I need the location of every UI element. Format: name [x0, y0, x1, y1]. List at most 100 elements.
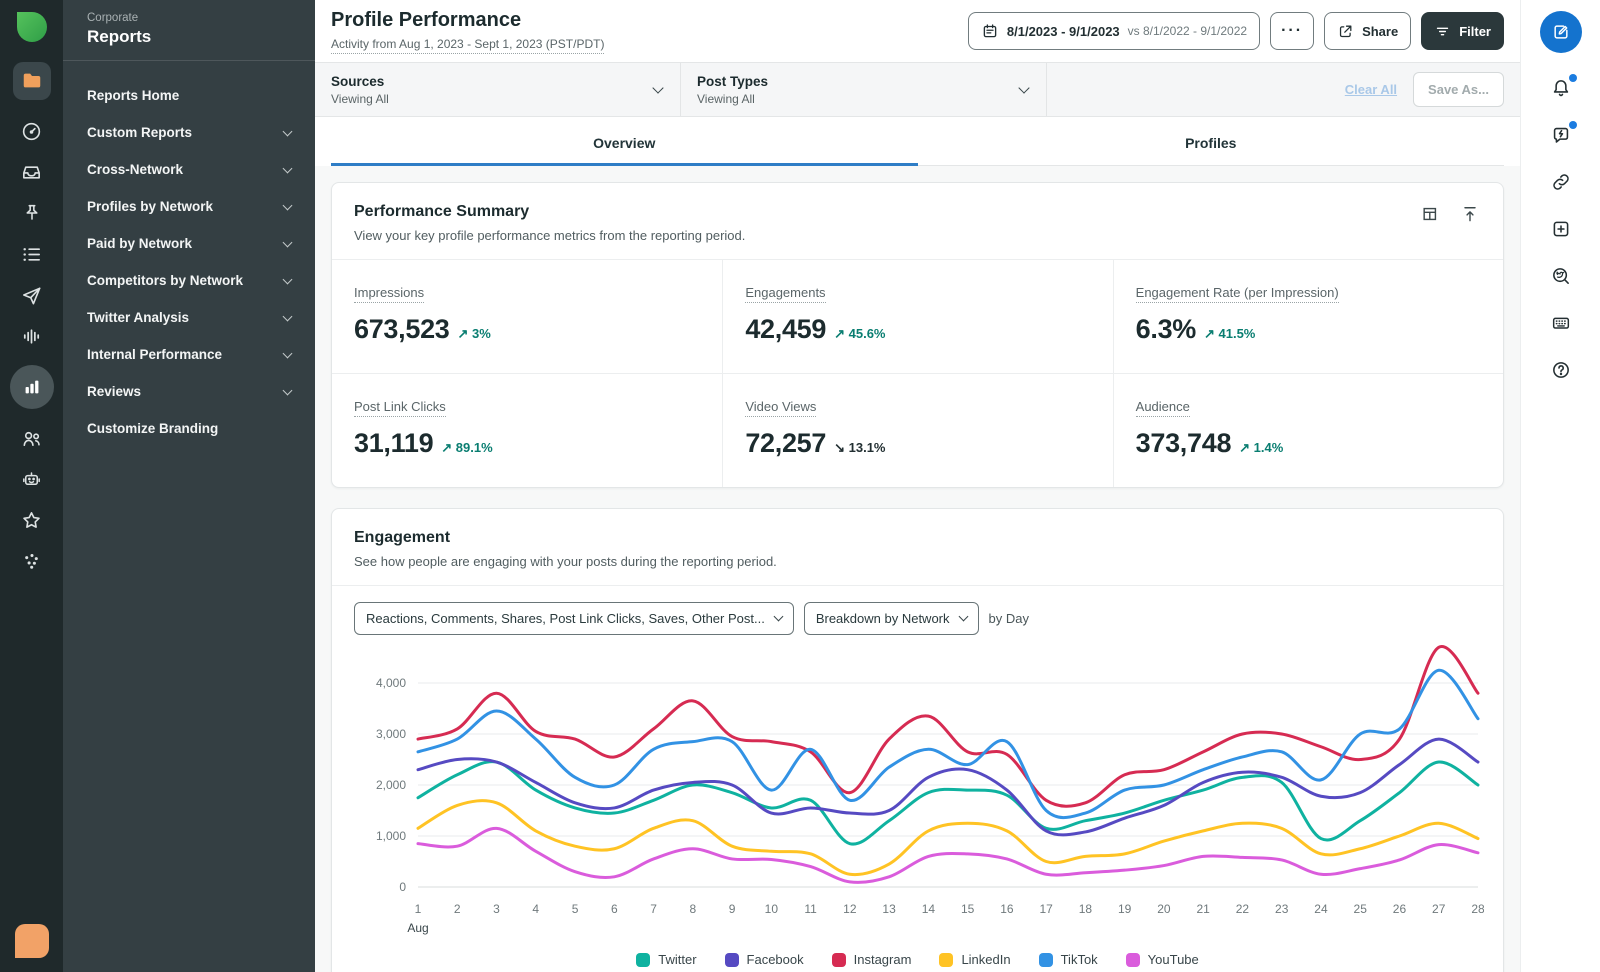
svg-text:19: 19 — [1118, 902, 1132, 916]
metric-label[interactable]: Engagements — [745, 285, 826, 303]
sidebar-nav: Reports Home Custom Reports Cross-Network P… — [63, 61, 315, 463]
tab-profiles[interactable]: Profiles — [918, 117, 1505, 166]
svg-text:2: 2 — [454, 902, 461, 916]
svg-text:11: 11 — [804, 902, 817, 916]
svg-text:28: 28 — [1471, 902, 1484, 916]
inbox-icon[interactable] — [20, 160, 44, 184]
legend-item-tiktok[interactable]: TikTok — [1038, 952, 1098, 967]
bot-icon[interactable] — [20, 467, 44, 491]
svg-text:4,000: 4,000 — [376, 676, 406, 690]
link-icon[interactable] — [1549, 170, 1573, 194]
notification-dot — [1568, 74, 1577, 82]
chevron-down-icon — [773, 611, 784, 622]
right-icon-rail — [1520, 0, 1600, 972]
listening-waveform-icon[interactable] — [20, 324, 44, 348]
apps-dots-icon[interactable] — [20, 549, 44, 573]
svg-text:20: 20 — [1157, 902, 1171, 916]
breakdown-select[interactable]: Breakdown by Network — [803, 602, 979, 635]
sidebar-item-label: Competitors by Network — [87, 273, 244, 288]
add-square-icon[interactable] — [1549, 217, 1573, 241]
legend-label: YouTube — [1147, 952, 1199, 967]
date-range-button[interactable]: 8/1/2023 - 9/1/2023 vs 8/1/2022 - 9/1/20… — [967, 12, 1261, 50]
svg-text:6: 6 — [611, 902, 618, 916]
date-compare-value: vs 8/1/2022 - 9/1/2022 — [1127, 24, 1248, 38]
sources-filter-value: Viewing All — [331, 91, 389, 106]
svg-text:26: 26 — [1393, 902, 1407, 916]
sidebar-item-profiles-by-network[interactable]: Profiles by Network — [87, 188, 293, 225]
folder-icon — [23, 73, 40, 88]
notifications-bell-icon[interactable] — [1549, 74, 1577, 100]
performance-summary-card: Performance Summary View your key profil… — [331, 182, 1504, 488]
twitter-search-icon[interactable] — [1549, 264, 1573, 288]
sidebar-item-cross-network[interactable]: Cross-Network — [87, 151, 293, 188]
sidebar-section-label: Corporate — [87, 12, 139, 24]
report-period-subtitle[interactable]: Activity from Aug 1, 2023 - Sept 1, 2023… — [331, 37, 605, 54]
reports-sidebar: Corporate Reports Reports Home Custom Rep… — [63, 0, 315, 972]
pin-icon[interactable] — [20, 201, 44, 225]
svg-text:1: 1 — [415, 902, 422, 916]
metric-label[interactable]: Audience — [1135, 399, 1190, 417]
sprout-logo-icon[interactable] — [16, 12, 47, 42]
sidebar-item-custom-reports[interactable]: Custom Reports — [87, 114, 293, 151]
date-range-value: 8/1/2023 - 9/1/2023 — [1006, 23, 1120, 39]
sidebar-item-label: Cross-Network — [87, 162, 184, 177]
metric-engagements: Engagements 42,459 ↗ 45.6% — [722, 259, 1113, 373]
legend-item-linkedin[interactable]: LinkedIn — [939, 952, 1011, 967]
reports-bar-chart-icon-active[interactable] — [9, 365, 54, 409]
sidebar-item-competitors-by-network[interactable]: Competitors by Network — [87, 262, 293, 299]
people-icon[interactable] — [20, 426, 44, 450]
sources-filter[interactable]: Sources Viewing All — [315, 63, 681, 116]
metric-value: 42,459 — [745, 314, 827, 344]
keyboard-icon[interactable] — [1549, 311, 1573, 335]
filter-button[interactable]: Filter — [1421, 12, 1504, 50]
tab-overview[interactable]: Overview — [331, 117, 918, 166]
table-view-icon[interactable] — [1419, 203, 1441, 225]
filter-icon — [1437, 27, 1449, 35]
help-icon[interactable] — [1549, 358, 1573, 382]
series-line-facebook[interactable] — [416, 737, 1480, 837]
sidebar-item-internal-performance[interactable]: Internal Performance — [87, 336, 293, 373]
engagement-line-chart[interactable]: 01,0002,0003,0004,0001 2 3 4 5 6 7 8 9 10 11 12 13 14… — [354, 641, 1485, 943]
export-icon[interactable] — [1459, 203, 1481, 225]
metric-label[interactable]: Video Views — [745, 399, 817, 417]
metric-value: 6.3% — [1135, 314, 1197, 344]
feed-list-icon[interactable] — [20, 242, 44, 266]
compose-pencil-icon — [1553, 25, 1568, 39]
post-types-filter[interactable]: Post Types Viewing All — [681, 63, 1047, 116]
metric-value: 31,119 — [354, 428, 434, 458]
messages-lightning-icon[interactable] — [1549, 121, 1577, 147]
gauge-icon[interactable] — [20, 119, 44, 143]
save-as-button[interactable]: Save As... — [1413, 72, 1504, 107]
sidebar-item-twitter-analysis[interactable]: Twitter Analysis — [87, 299, 293, 336]
sidebar-item-reviews[interactable]: Reviews — [87, 373, 293, 410]
svg-text:8: 8 — [689, 902, 696, 916]
chevron-down-icon — [282, 348, 293, 358]
sidebar-item-paid-by-network[interactable]: Paid by Network — [87, 225, 293, 262]
clear-all-link[interactable]: Clear All — [1345, 82, 1397, 97]
legend-swatch-icon — [831, 952, 846, 967]
sidebar-item-reports-home[interactable]: Reports Home — [87, 77, 291, 114]
engagement-metrics-select[interactable]: Reactions, Comments, Shares, Post Link C… — [354, 602, 794, 635]
metric-delta-up-arrow: ↗ 41.5% — [1204, 326, 1256, 341]
legend-item-youtube[interactable]: YouTube — [1125, 952, 1199, 967]
legend-item-facebook[interactable]: Facebook — [724, 952, 804, 967]
compose-button[interactable] — [1539, 11, 1582, 53]
profile-avatar[interactable] — [14, 924, 49, 958]
metric-label[interactable]: Post Link Clicks — [354, 399, 446, 417]
sidebar-item-label: Profiles by Network — [87, 199, 214, 214]
more-options-button[interactable]: ··· — [1270, 12, 1315, 50]
legend-item-instagram[interactable]: Instagram — [831, 952, 911, 967]
sidebar-item-customize-branding[interactable]: Customize Branding — [87, 410, 291, 447]
metric-label[interactable]: Engagement Rate (per Impression) — [1135, 285, 1339, 303]
sidebar-item-reports-active[interactable] — [12, 62, 51, 100]
metric-label[interactable]: Impressions — [354, 285, 425, 303]
engagement-card: Engagement See how people are engaging w… — [331, 508, 1504, 972]
star-icon[interactable] — [20, 508, 44, 532]
share-button[interactable]: Share — [1324, 12, 1412, 50]
app-window: Corporate Reports Reports Home Custom Rep… — [0, 0, 1600, 972]
series-line-instagram[interactable] — [416, 645, 1480, 808]
legend-swatch-icon — [1125, 952, 1140, 967]
paper-plane-icon[interactable] — [20, 283, 44, 307]
chevron-down-icon — [282, 311, 293, 321]
legend-item-twitter[interactable]: Twitter — [636, 952, 697, 967]
